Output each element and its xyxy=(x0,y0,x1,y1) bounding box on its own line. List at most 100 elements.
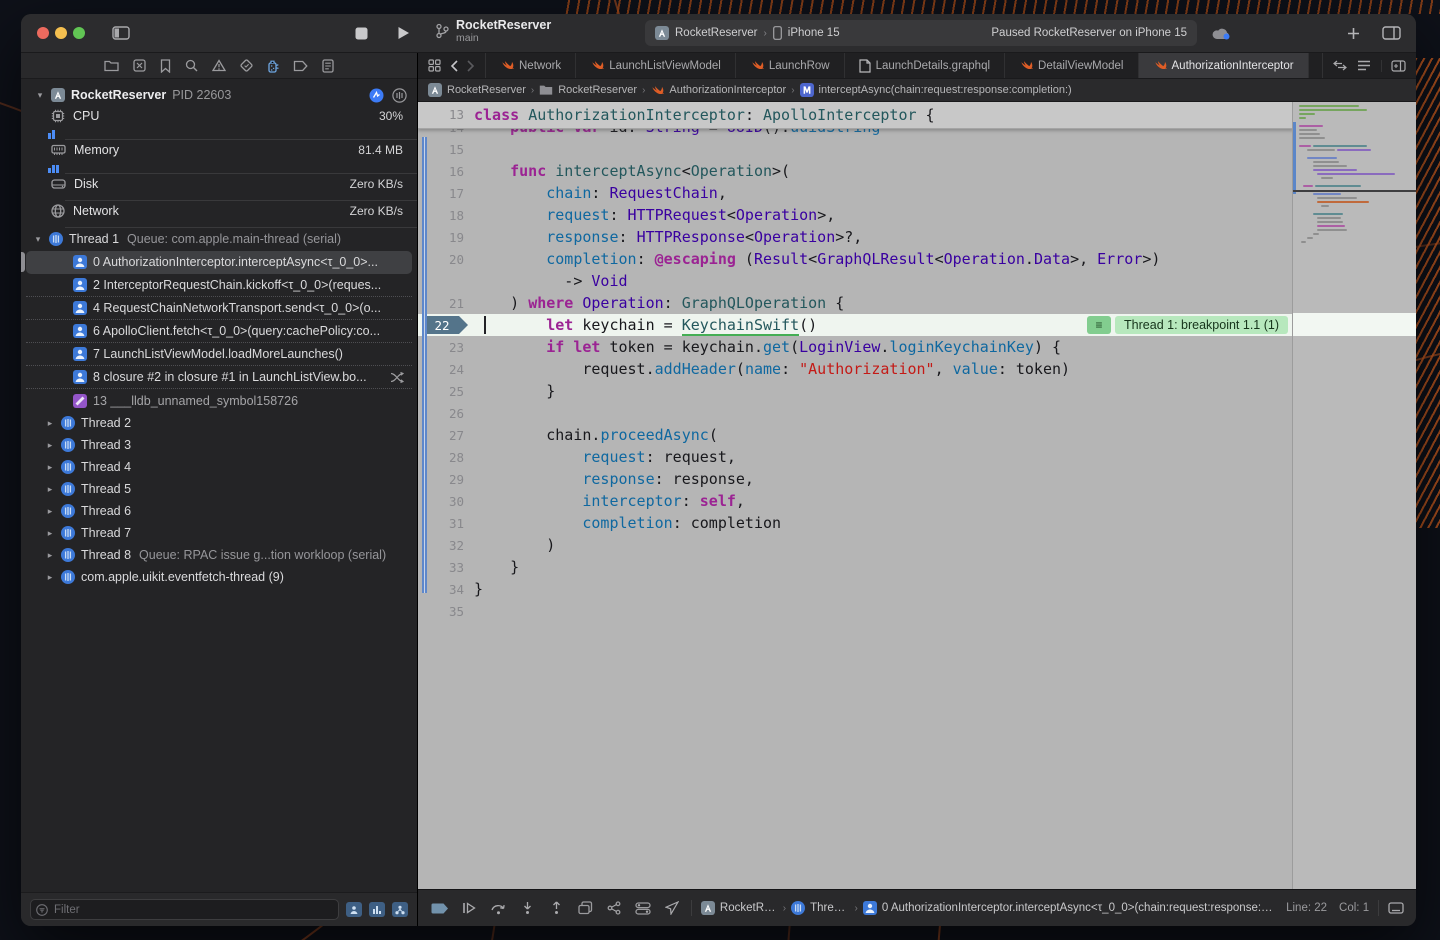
scheme-name[interactable]: RocketReserver xyxy=(675,27,757,39)
debug-navigator-icon[interactable] xyxy=(267,59,279,73)
jump-bar-item[interactable]: interceptAsync(chain:request:response:co… xyxy=(800,83,1072,97)
code-line-30[interactable]: 30 interceptor: self, xyxy=(418,490,1293,512)
zoom-button[interactable] xyxy=(73,27,85,39)
debug-breadcrumb-item[interactable]: RocketReser xyxy=(701,901,778,915)
thread-row[interactable]: ▸Thread 8Queue: RPAC issue g...tion work… xyxy=(21,544,417,566)
code-line-15[interactable]: 15 xyxy=(418,138,1293,160)
stop-button[interactable] xyxy=(351,24,371,42)
go-forward-icon[interactable] xyxy=(467,60,475,72)
source-editor[interactable]: 13class AuthorizationInterceptor: Apollo… xyxy=(418,102,1416,889)
filter-threads-toggle[interactable] xyxy=(392,902,408,917)
tests-navigator-icon[interactable] xyxy=(240,59,253,72)
thread-row[interactable]: ▸Thread 5 xyxy=(21,478,417,500)
disclosure-open-icon[interactable]: ▾ xyxy=(35,90,45,101)
process-row[interactable]: ▾ RocketReserver PID 22603 xyxy=(21,84,417,106)
code-line-13[interactable]: 13class AuthorizationInterceptor: Apollo… xyxy=(418,102,1293,127)
tab-launchrow[interactable]: LaunchRow xyxy=(736,53,845,78)
go-back-icon[interactable] xyxy=(450,60,458,72)
gauge-row-network[interactable]: NetworkZero KB/s xyxy=(21,201,417,221)
code-line-23[interactable]: 23 if let token = keychain.get(LoginView… xyxy=(418,336,1293,358)
annotation-menu-icon[interactable]: ≡ xyxy=(1087,316,1111,334)
debug-breadcrumb-item[interactable]: Thread 1 xyxy=(791,901,849,915)
thread-row[interactable]: ▸Thread 3 xyxy=(21,434,417,456)
add-editor-plus-icon[interactable] xyxy=(1343,24,1363,42)
thread-row[interactable]: ▸com.apple.uikit.eventfetch-thread (9) xyxy=(21,566,417,588)
find-navigator-icon[interactable] xyxy=(185,59,198,72)
stack-frame-row[interactable]: 2 InterceptorRequestChain.kickoff<τ_0_0>… xyxy=(26,274,412,297)
tab-launchlistviewmodel[interactable]: LaunchListViewModel xyxy=(576,53,736,78)
code-line-33[interactable]: 33 } xyxy=(418,556,1293,578)
filter-input[interactable] xyxy=(52,903,333,917)
filter-view-mode-toggle[interactable] xyxy=(369,902,385,917)
code-line-14[interactable]: 14 public var id: String = UUID().uuidSt… xyxy=(418,129,1293,138)
code-line-26[interactable]: 26 xyxy=(418,402,1293,424)
thread-row[interactable]: ▸Thread 2 xyxy=(21,412,417,434)
code-line-28[interactable]: 28 request: request, xyxy=(418,446,1293,468)
thread-row[interactable]: ▸Thread 7 xyxy=(21,522,417,544)
jump-bar-item[interactable]: RocketReserver xyxy=(428,83,526,97)
breakpoint-badge[interactable]: 22 xyxy=(423,316,468,334)
code-line-18[interactable]: 18 request: HTTPRequest<Operation>, xyxy=(418,204,1293,226)
step-over-button[interactable] xyxy=(488,898,508,918)
disclosure-closed-icon[interactable]: ▸ xyxy=(45,462,55,473)
disclosure-closed-icon[interactable]: ▸ xyxy=(45,418,55,429)
stack-frame-row[interactable]: 13 ___lldb_unnamed_symbol158726 xyxy=(26,389,412,412)
reports-navigator-icon[interactable] xyxy=(322,59,334,73)
jump-bar-item[interactable]: RocketReserver xyxy=(539,84,637,96)
issues-navigator-icon[interactable] xyxy=(212,59,226,72)
thread-1-row[interactable]: ▾ Thread 1 Queue: com.apple.main-thread … xyxy=(21,228,417,250)
debug-breadcrumb-item[interactable]: 0 AuthorizationInterceptor.interceptAsyn… xyxy=(863,901,1277,915)
breakpoints-toggle-button[interactable] xyxy=(430,898,450,918)
minimize-button[interactable] xyxy=(55,27,67,39)
tab-launchdetails-graphql[interactable]: LaunchDetails.graphql xyxy=(845,53,1005,78)
source-control-navigator-icon[interactable] xyxy=(133,59,146,72)
stack-frame-row[interactable]: 8 closure #2 in closure #1 in LaunchList… xyxy=(26,366,412,389)
stack-frame-row[interactable]: 7 LaunchListViewModel.loadMoreLaunches() xyxy=(26,343,412,366)
related-items-icon[interactable] xyxy=(428,59,441,72)
environment-overrides-button[interactable] xyxy=(633,898,653,918)
project-indicator[interactable]: RocketReserver main xyxy=(435,18,551,44)
bookmarks-navigator-icon[interactable] xyxy=(160,59,171,73)
code-line-16[interactable]: 16 func interceptAsync<Operation>( xyxy=(418,160,1293,182)
tab-authorizationinterceptor[interactable]: AuthorizationInterceptor xyxy=(1139,53,1309,78)
tab-network[interactable]: Network xyxy=(486,53,576,78)
code-line-19[interactable]: 19 response: HTTPResponse<Operation>?, xyxy=(418,226,1293,248)
code-line-24[interactable]: 24 request.addHeader(name: "Authorizatio… xyxy=(418,358,1293,380)
disclosure-closed-icon[interactable]: ▸ xyxy=(45,484,55,495)
simulate-location-button[interactable] xyxy=(662,898,682,918)
continue-execution-button[interactable] xyxy=(459,898,479,918)
profile-in-instruments-icon[interactable] xyxy=(369,88,384,103)
disclosure-closed-icon[interactable]: ▸ xyxy=(45,506,55,517)
code-line-32[interactable]: 32 ) xyxy=(418,534,1293,556)
filter-debug-symbols-toggle[interactable] xyxy=(346,902,362,917)
jump-bar-item[interactable]: AuthorizationInterceptor xyxy=(650,84,786,97)
disclosure-closed-icon[interactable]: ▸ xyxy=(45,550,55,561)
memory-graph-button[interactable] xyxy=(604,898,624,918)
code-line-31[interactable]: 31 completion: completion xyxy=(418,512,1293,534)
breakpoint-annotation[interactable]: ≡Thread 1: breakpoint 1.1 (1) xyxy=(1087,316,1288,334)
stack-frame-row[interactable]: 6 ApolloClient.fetch<τ_0_0>(query:cacheP… xyxy=(26,320,412,343)
adjust-editor-options-icon[interactable] xyxy=(1357,60,1371,71)
code-line-35[interactable]: 35 xyxy=(418,600,1293,622)
code-line-34[interactable]: 34} xyxy=(418,578,1293,600)
close-button[interactable] xyxy=(37,27,49,39)
run-button[interactable] xyxy=(393,24,413,42)
step-into-button[interactable] xyxy=(517,898,537,918)
memory-gauge-icon[interactable] xyxy=(392,88,407,103)
disclosure-open-icon[interactable]: ▾ xyxy=(33,234,43,245)
project-navigator-icon[interactable] xyxy=(104,59,119,72)
code-line-29[interactable]: 29 response: response, xyxy=(418,468,1293,490)
filter-field[interactable] xyxy=(30,899,339,920)
code-line-27[interactable]: 27 chain.proceedAsync( xyxy=(418,424,1293,446)
disclosure-closed-icon[interactable]: ▸ xyxy=(45,440,55,451)
step-out-button[interactable] xyxy=(546,898,566,918)
disclosure-closed-icon[interactable]: ▸ xyxy=(45,528,55,539)
minimap[interactable] xyxy=(1292,102,1416,889)
view-hierarchy-button[interactable] xyxy=(575,898,595,918)
code-line-22[interactable]: 22 let keychain = KeychainSwift()≡Thread… xyxy=(418,314,1293,336)
editor-layout-icon[interactable] xyxy=(1381,24,1401,42)
split-editor-icon[interactable] xyxy=(1381,60,1406,72)
code-line-21[interactable]: 21 ) where Operation: GraphQLOperation { xyxy=(418,292,1293,314)
toggle-navigator-icon[interactable] xyxy=(111,24,131,42)
editor-only-mode-icon[interactable] xyxy=(1388,902,1404,914)
